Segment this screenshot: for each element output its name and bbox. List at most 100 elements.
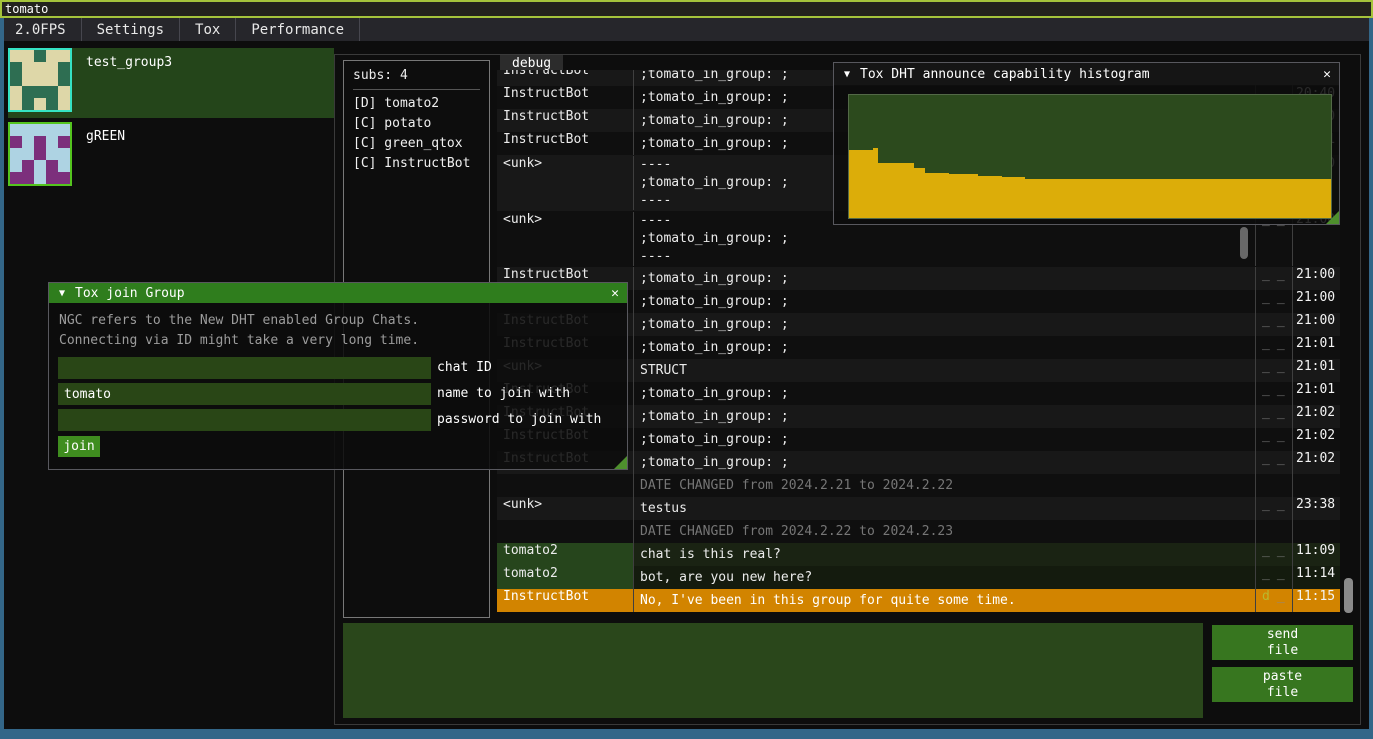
collapse-icon[interactable]: ▼ xyxy=(834,69,860,80)
window-title: tomato xyxy=(5,2,48,16)
avatar-pixel xyxy=(10,172,22,184)
subs-member-c-instructbot: [C] InstructBot xyxy=(353,154,480,174)
message-time: 21:02 xyxy=(1292,451,1340,474)
join-fields: chat IDname to join withpassword to join… xyxy=(58,357,627,431)
paste-file-button[interactable]: pastefile xyxy=(1212,667,1353,702)
resize-grip[interactable] xyxy=(614,456,627,469)
subs-member-list: [D] tomato2[C] potato[C] green_qtox[C] I… xyxy=(353,94,480,174)
avatar-pixel xyxy=(46,136,58,148)
message-flag: _ xyxy=(1277,267,1285,290)
window-titlebar: tomato xyxy=(0,0,1373,18)
menu-item-settings[interactable]: Settings xyxy=(82,18,180,41)
avatar-pixel xyxy=(10,74,22,86)
message-flag: _ xyxy=(1277,313,1285,336)
chat-id-input[interactable] xyxy=(58,357,431,379)
message-line: ;tomato_in_group: ; xyxy=(640,290,1255,313)
message-text: ;tomato_in_group: ; xyxy=(633,313,1255,336)
close-icon[interactable]: ✕ xyxy=(1315,67,1339,82)
avatar-pixel xyxy=(46,50,58,62)
join-group-window-titlebar[interactable]: ▼ Tox join Group ✕ xyxy=(49,283,627,303)
avatar-pixel xyxy=(10,50,22,62)
send-file-button-line: file xyxy=(1267,643,1298,659)
message-flags: __ xyxy=(1255,543,1292,566)
send-file-button[interactable]: sendfile xyxy=(1212,625,1353,660)
avatar-pixel xyxy=(58,136,70,148)
avatar-pixel xyxy=(22,98,34,110)
sender-name xyxy=(497,474,633,497)
message-flag: _ xyxy=(1262,497,1270,520)
message-text: ;tomato_in_group: ; xyxy=(633,267,1255,290)
tab-debug-label: debug xyxy=(512,56,551,71)
avatar-pixel xyxy=(22,136,34,148)
message-time: 11:14 xyxy=(1292,566,1340,589)
avatar-pixel xyxy=(46,160,58,172)
sender-name: InstructBot xyxy=(497,86,633,109)
group-list: test_group3 gREEN xyxy=(8,48,334,192)
message-flag: _ xyxy=(1262,313,1270,336)
avatar-pixel xyxy=(34,62,46,74)
group-item-test-group3[interactable]: test_group3 xyxy=(8,48,334,118)
subs-member-c-green-qtox: [C] green_qtox xyxy=(353,134,480,154)
avatar-pixel xyxy=(46,98,58,110)
message-flag: _ xyxy=(1277,290,1285,313)
group-item-green[interactable]: gREEN xyxy=(8,122,334,192)
avatar-pixel xyxy=(22,124,34,136)
group-label: gREEN xyxy=(86,129,125,144)
sender-name: InstructBot xyxy=(497,70,633,86)
message-flag: _ xyxy=(1262,543,1270,566)
message-time: 21:01 xyxy=(1292,336,1340,359)
avatar-pixel xyxy=(22,62,34,74)
message-time xyxy=(1292,474,1340,497)
tab-debug[interactable]: debug xyxy=(500,55,563,71)
avatar-pixel xyxy=(46,124,58,136)
collapse-icon[interactable]: ▼ xyxy=(49,288,75,299)
message-text: chat is this real? xyxy=(633,543,1255,566)
message-text: DATE CHANGED from 2024.2.22 to 2024.2.23 xyxy=(633,520,1255,543)
subs-member-c-potato: [C] potato xyxy=(353,114,480,134)
close-icon[interactable]: ✕ xyxy=(603,286,627,301)
message-flag: _ xyxy=(1262,566,1270,589)
avatar-pixel xyxy=(22,86,34,98)
sender-name: tomato2 xyxy=(497,566,633,589)
password-to-join-with-input[interactable] xyxy=(58,409,431,431)
message-line: ;tomato_in_group: ; xyxy=(640,313,1255,336)
avatar-pixel xyxy=(46,86,58,98)
resize-grip[interactable] xyxy=(1326,211,1339,224)
avatar-pixel xyxy=(10,98,22,110)
avatar-pixel xyxy=(58,98,70,110)
dht-histogram-window-titlebar[interactable]: ▼ Tox DHT announce capability histogram … xyxy=(834,63,1339,85)
avatar-pixel xyxy=(58,62,70,74)
join-description-line: NGC refers to the New DHT enabled Group … xyxy=(59,311,617,331)
join-description-line: Connecting via ID might take a very long… xyxy=(59,331,617,351)
message-text: No, I've been in this group for quite so… xyxy=(633,589,1255,612)
sender-name xyxy=(497,520,633,543)
message-text: testus xyxy=(633,497,1255,520)
name-to-join-with-input[interactable] xyxy=(58,383,431,405)
message-line: DATE CHANGED from 2024.2.21 to 2024.2.22 xyxy=(640,474,1255,497)
message-flag: _ xyxy=(1262,382,1270,405)
message-flag: _ xyxy=(1262,451,1270,474)
message-line: ;tomato_in_group: ; xyxy=(640,382,1255,405)
message-flag: _ xyxy=(1262,359,1270,382)
avatar-pixel xyxy=(10,62,22,74)
message-input[interactable] xyxy=(343,623,1203,718)
message-time: 21:01 xyxy=(1292,382,1340,405)
message-flags: __ xyxy=(1255,451,1292,474)
message-text: bot, are you new here? xyxy=(633,566,1255,589)
message-flag: _ xyxy=(1277,543,1285,566)
join-field-label: chat ID xyxy=(437,357,492,379)
send-file-button-line: send xyxy=(1267,627,1298,643)
avatar-pixel xyxy=(58,124,70,136)
message-flags: __ xyxy=(1255,313,1292,336)
message-flag: _ xyxy=(1277,336,1285,359)
chat-inner-scrollbar-thumb[interactable] xyxy=(1240,227,1248,259)
message-line: ;tomato_in_group: ; xyxy=(640,336,1255,359)
message-flag: d xyxy=(1262,589,1270,612)
message-flags: d_ xyxy=(1255,589,1292,612)
join-button[interactable]: join xyxy=(58,436,100,457)
menu-item-performance[interactable]: Performance xyxy=(236,18,360,41)
chat-scrollbar-thumb[interactable] xyxy=(1344,578,1353,613)
menu-item-tox[interactable]: Tox xyxy=(180,18,236,41)
message-flags: __ xyxy=(1255,497,1292,520)
avatar-pixel xyxy=(58,160,70,172)
